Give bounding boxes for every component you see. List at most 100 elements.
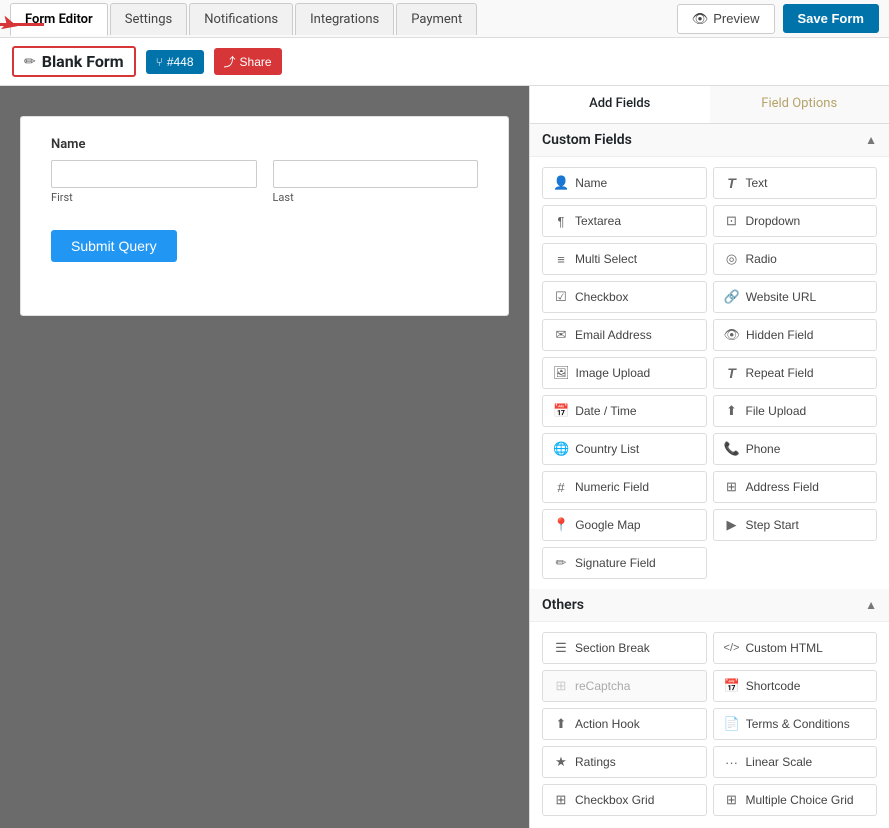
field-btn-linearscale-label: Linear Scale <box>746 755 813 769</box>
phone-field-icon: 📞 <box>724 441 740 457</box>
repeat-field-icon: T <box>724 365 740 381</box>
tab-settings[interactable]: Settings <box>110 3 187 35</box>
multiselect-field-icon: ≡ <box>553 252 569 267</box>
others-chevron-icon: ▲ <box>865 598 877 612</box>
first-name-input[interactable] <box>51 160 257 188</box>
tab-integrations[interactable]: Integrations <box>295 3 394 35</box>
field-btn-textarea[interactable]: ¶ Textarea <box>542 205 707 237</box>
field-btn-multi-select[interactable]: ≡ Multi Select <box>542 243 707 275</box>
field-btn-google-map[interactable]: 📍 Google Map <box>542 509 707 541</box>
field-btn-checkbox-grid[interactable]: ⊞ Checkbox Grid <box>542 784 707 816</box>
field-btn-numeric[interactable]: # Numeric Field <box>542 471 707 503</box>
text-field-icon: T <box>724 175 740 191</box>
field-btn-googlemap-label: Google Map <box>575 518 640 532</box>
multichoicegrid-icon: ⊞ <box>724 792 740 808</box>
field-btn-shortcode[interactable]: 📅 Shortcode <box>713 670 878 702</box>
field-btn-custom-html[interactable]: </> Custom HTML <box>713 632 878 664</box>
field-btn-country-label: Country List <box>575 442 639 456</box>
field-btn-multiselect-label: Multi Select <box>575 252 637 266</box>
top-navigation: Form Editor Settings Notifications Integ… <box>0 0 889 38</box>
preview-button[interactable]: 👁 Preview <box>677 4 775 34</box>
custom-fields-grid: 👤 Name T Text ¶ Textarea ⊡ Dropdown ≡ Mu… <box>530 157 889 589</box>
edit-icon: ✏ <box>24 54 36 70</box>
hidden-field-icon: 👁 <box>724 327 741 343</box>
dropdown-field-icon: ⊡ <box>724 213 740 229</box>
field-btn-name[interactable]: 👤 Name <box>542 167 707 199</box>
field-btn-sectionbreak-label: Section Break <box>575 641 650 655</box>
field-btn-hidden[interactable]: 👁 Hidden Field <box>713 319 878 351</box>
actionhook-icon: ⬆ <box>553 716 569 732</box>
form-title[interactable]: Blank Form <box>42 52 124 71</box>
custom-fields-header[interactable]: Custom Fields ▲ <box>530 124 889 157</box>
form-title-bar: ➤ ✏ Blank Form ⑂ #448 ⤴ Share <box>0 38 889 86</box>
field-btn-recaptcha: ⊞ reCaptcha <box>542 670 707 702</box>
name-field-icon: 👤 <box>553 175 569 191</box>
website-field-icon: 🔗 <box>724 289 740 305</box>
linearscale-icon: ··· <box>724 755 740 770</box>
name-fields-row: First Last <box>51 160 478 204</box>
field-btn-multichoice-grid[interactable]: ⊞ Multiple Choice Grid <box>713 784 878 816</box>
counter-button[interactable]: ⑂ #448 <box>146 50 204 74</box>
field-btn-dropdown[interactable]: ⊡ Dropdown <box>713 205 878 237</box>
first-name-group: First <box>51 160 257 204</box>
field-btn-phone[interactable]: 📞 Phone <box>713 433 878 465</box>
field-btn-email-label: Email Address <box>575 328 652 342</box>
field-btn-linear-scale[interactable]: ··· Linear Scale <box>713 746 878 778</box>
field-btn-repeat[interactable]: T Repeat Field <box>713 357 878 389</box>
tab-notifications[interactable]: Notifications <box>189 3 293 35</box>
tab-payment[interactable]: Payment <box>396 3 477 35</box>
field-btn-text[interactable]: T Text <box>713 167 878 199</box>
field-btn-date-time[interactable]: 📅 Date / Time <box>542 395 707 427</box>
tab-form-editor[interactable]: Form Editor <box>10 3 108 36</box>
field-btn-image-upload[interactable]: 🖼 Image Upload <box>542 357 707 389</box>
field-btn-signature[interactable]: ✏ Signature Field <box>542 547 707 579</box>
signature-field-icon: ✏ <box>553 555 569 571</box>
field-btn-checkbox[interactable]: ☑ Checkbox <box>542 281 707 313</box>
first-sublabel: First <box>51 191 257 204</box>
nav-tabs: Form Editor Settings Notifications Integ… <box>10 3 477 35</box>
form-title-wrapper: ➤ ✏ Blank Form <box>12 46 136 77</box>
field-btn-email[interactable]: ✉ Email Address <box>542 319 707 351</box>
field-btn-dropdown-label: Dropdown <box>746 214 801 228</box>
radio-field-icon: ◎ <box>724 251 740 267</box>
field-btn-customhtml-label: Custom HTML <box>746 641 823 655</box>
shortcode-icon: 📅 <box>724 678 740 694</box>
field-btn-action-hook[interactable]: ⬆ Action Hook <box>542 708 707 740</box>
others-fields-grid: ☰ Section Break </> Custom HTML ⊞ reCapt… <box>530 622 889 826</box>
panel-tabs: Add Fields Field Options <box>530 86 889 124</box>
field-btn-address[interactable]: ⊞ Address Field <box>713 471 878 503</box>
country-field-icon: 🌐 <box>553 441 569 457</box>
others-section-header[interactable]: Others ▲ <box>530 589 889 622</box>
last-name-input[interactable] <box>273 160 479 188</box>
address-field-icon: ⊞ <box>724 479 740 495</box>
field-btn-radio[interactable]: ◎ Radio <box>713 243 878 275</box>
others-label: Others <box>542 597 584 613</box>
save-form-button[interactable]: Save Form <box>783 4 879 33</box>
field-btn-phone-label: Phone <box>746 442 781 456</box>
field-btn-ratings-label: Ratings <box>575 755 616 769</box>
field-btn-country[interactable]: 🌐 Country List <box>542 433 707 465</box>
name-field-label: Name <box>51 137 478 152</box>
field-btn-website-url[interactable]: 🔗 Website URL <box>713 281 878 313</box>
field-btn-file-upload[interactable]: ⬆ File Upload <box>713 395 878 427</box>
submit-button[interactable]: Submit Query <box>51 230 177 262</box>
share-button[interactable]: ⤴ Share <box>214 48 282 75</box>
fork-icon: ⑂ <box>156 55 163 69</box>
field-btn-numeric-label: Numeric Field <box>575 480 649 494</box>
field-btn-stepstart-label: Step Start <box>746 518 799 532</box>
main-layout: Name First Last Submit Query Add Fields … <box>0 86 889 828</box>
tab-add-fields[interactable]: Add Fields <box>530 86 710 123</box>
field-btn-terms[interactable]: 📄 Terms & Conditions <box>713 708 878 740</box>
top-nav-actions: 👁 Preview Save Form <box>677 4 879 34</box>
field-btn-section-break[interactable]: ☰ Section Break <box>542 632 707 664</box>
tab-field-options[interactable]: Field Options <box>710 86 889 123</box>
field-btn-text-label: Text <box>746 176 768 190</box>
field-btn-ratings[interactable]: ★ Ratings <box>542 746 707 778</box>
field-btn-actionhook-label: Action Hook <box>575 717 640 731</box>
field-btn-image-label: Image Upload <box>576 366 651 380</box>
last-sublabel: Last <box>273 191 479 204</box>
terms-icon: 📄 <box>724 716 740 732</box>
field-btn-step-start[interactable]: ▶ Step Start <box>713 509 878 541</box>
textarea-field-icon: ¶ <box>553 214 569 229</box>
sectionbreak-icon: ☰ <box>553 640 569 656</box>
